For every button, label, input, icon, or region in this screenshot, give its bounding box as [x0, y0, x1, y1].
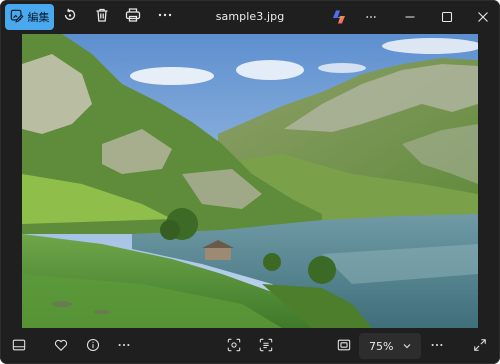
more-icon — [117, 337, 131, 356]
text-recognition-button[interactable] — [256, 336, 276, 356]
more-icon — [430, 337, 444, 356]
heart-icon — [54, 337, 68, 356]
text-scan-icon — [259, 337, 273, 356]
more-icon — [365, 8, 377, 27]
landscape-photo — [22, 34, 478, 328]
edit-button-label: 編集 — [27, 11, 50, 24]
fit-to-window-button[interactable] — [334, 336, 354, 356]
rotate-button[interactable] — [58, 5, 82, 29]
photo-viewer-image[interactable] — [22, 34, 478, 328]
maximize-icon — [441, 8, 453, 27]
delete-button[interactable] — [90, 5, 114, 29]
info-button[interactable] — [83, 336, 103, 356]
trash-icon — [94, 7, 110, 27]
copilot-icon — [331, 10, 347, 29]
filmstrip-button[interactable] — [9, 336, 29, 356]
zoom-level-dropdown[interactable]: 75% — [359, 333, 421, 359]
minimize-icon — [404, 8, 416, 27]
title-bar: 編集 sample3.jpg — [0, 0, 500, 34]
zoom-more-button[interactable] — [427, 336, 447, 356]
copilot-button[interactable] — [331, 9, 347, 25]
fullscreen-button[interactable] — [470, 336, 490, 356]
close-button[interactable] — [474, 8, 492, 26]
visual-search-icon — [227, 337, 241, 356]
fullscreen-icon — [473, 337, 487, 356]
maximize-button[interactable] — [438, 8, 456, 26]
fit-to-window-icon — [337, 337, 351, 356]
info-icon — [86, 337, 100, 356]
bottom-toolbar: 75% — [0, 328, 500, 364]
rotate-icon — [62, 7, 78, 27]
zoom-level-value: 75% — [369, 339, 394, 353]
photos-window: 編集 sample3.jpg 75% — [0, 0, 500, 364]
filmstrip-icon — [12, 337, 26, 356]
more-options-button[interactable] — [153, 5, 177, 29]
more-icon — [157, 7, 173, 27]
visual-search-button[interactable] — [224, 336, 244, 356]
window-title: sample3.jpg — [215, 10, 285, 23]
printer-icon — [125, 7, 141, 27]
close-icon — [477, 8, 489, 27]
more-options-button-2[interactable] — [362, 8, 380, 26]
favorite-button[interactable] — [51, 336, 71, 356]
print-button[interactable] — [121, 5, 145, 29]
edit-image-icon — [10, 9, 24, 26]
minimize-button[interactable] — [401, 8, 419, 26]
edit-button[interactable]: 編集 — [5, 4, 54, 30]
more-options-button-3[interactable] — [114, 336, 134, 356]
chevron-down-icon — [402, 341, 412, 351]
